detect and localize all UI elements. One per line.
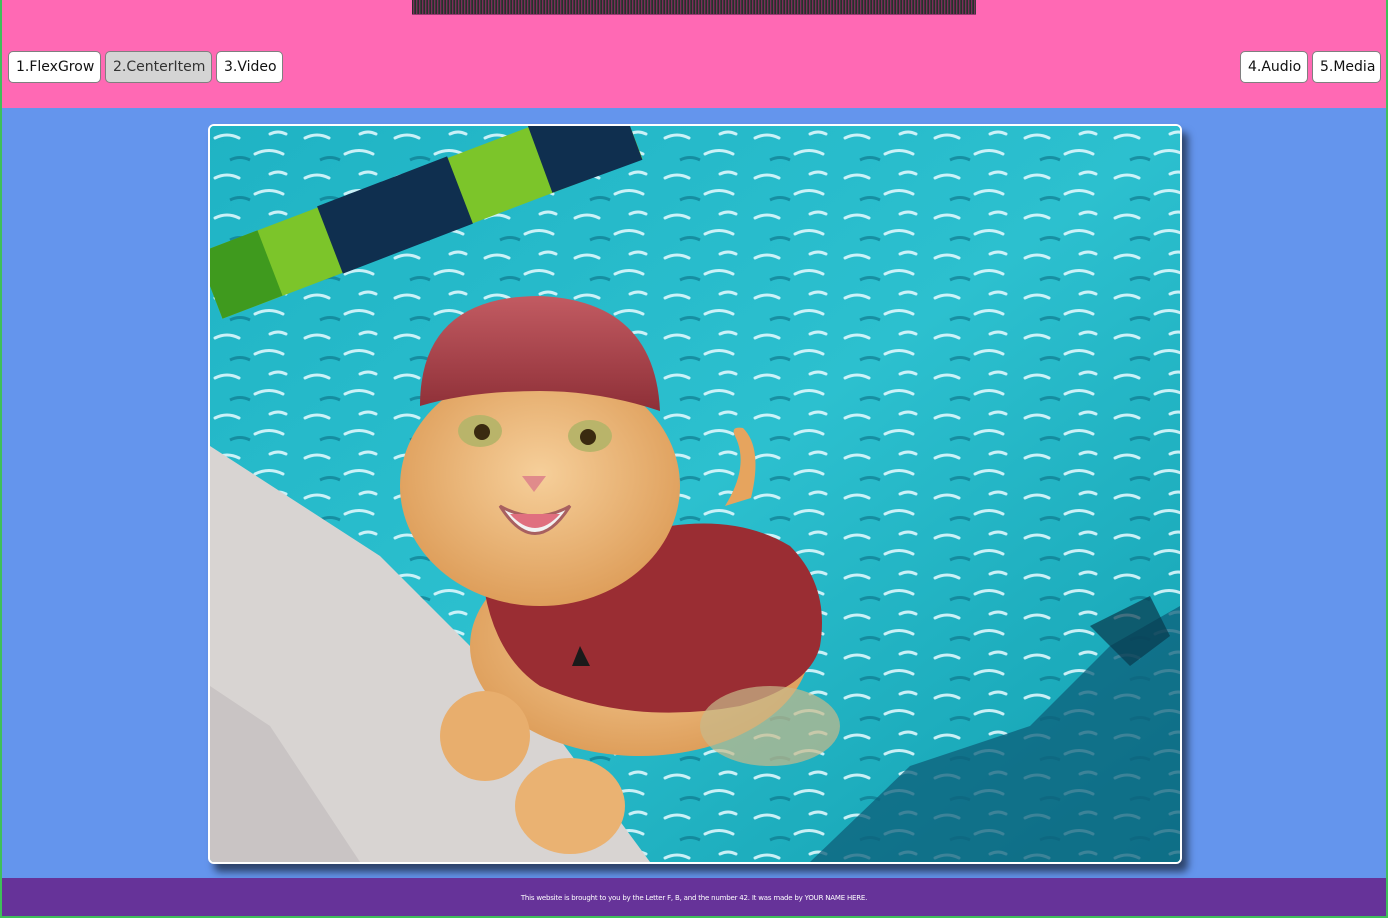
nav-button-audio[interactable]: 4.Audio [1240, 51, 1308, 83]
main-content [2, 108, 1386, 878]
footer: This website is brought to you by the Le… [2, 878, 1386, 916]
nav-button-video[interactable]: 3.Video [216, 51, 283, 83]
nav-button-media[interactable]: 5.Media [1312, 51, 1381, 83]
kitten-swimmer-image [208, 124, 1182, 864]
footer-text: This website is brought to you by the Le… [520, 894, 868, 902]
nav-button-flexgrow[interactable]: 1.FlexGrow [8, 51, 101, 83]
header: 1.FlexGrow 2.CenterItem 3.Video 4.Audio … [2, 0, 1386, 108]
header-banner-strip [412, 0, 976, 15]
page-frame: 1.FlexGrow 2.CenterItem 3.Video 4.Audio … [2, 0, 1386, 916]
kitten-photo-illustration [210, 126, 1180, 862]
nav-button-centeritem[interactable]: 2.CenterItem [105, 51, 212, 83]
